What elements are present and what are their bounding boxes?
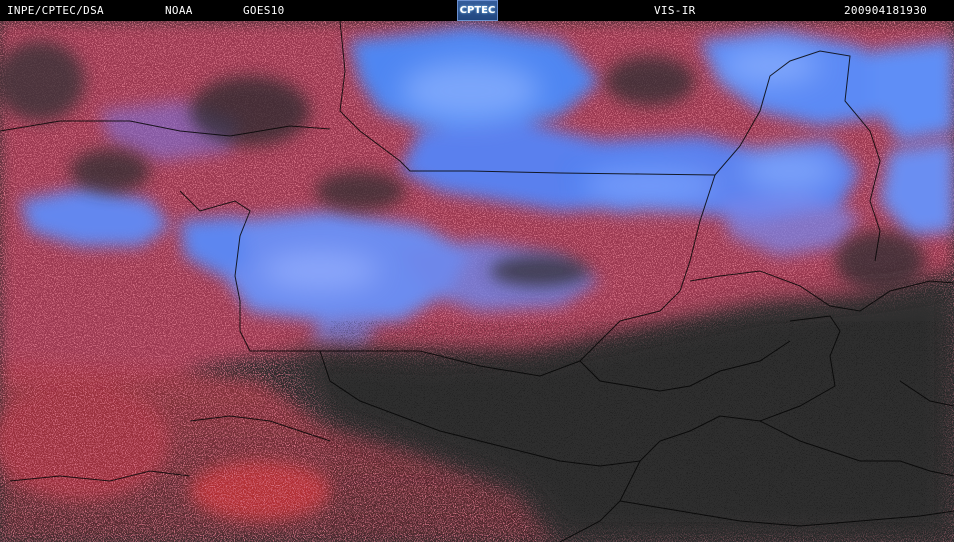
land-speckles	[330, 321, 954, 542]
satellite-viewer: INPE/CPTEC/DSA NOAA GOES10 VIS-IR 200904…	[0, 0, 954, 542]
satellite-imagery	[0, 21, 954, 542]
provider-label: NOAA	[165, 4, 193, 17]
agency-label: INPE/CPTEC/DSA	[7, 4, 104, 17]
satellite-label: GOES10	[243, 4, 285, 17]
timestamp-label: 200904181930	[844, 4, 928, 17]
cptec-logo: CPTEC	[457, 0, 498, 21]
channel-label: VIS-IR	[654, 4, 696, 17]
cptec-logo-text: CPTEC	[459, 5, 496, 16]
